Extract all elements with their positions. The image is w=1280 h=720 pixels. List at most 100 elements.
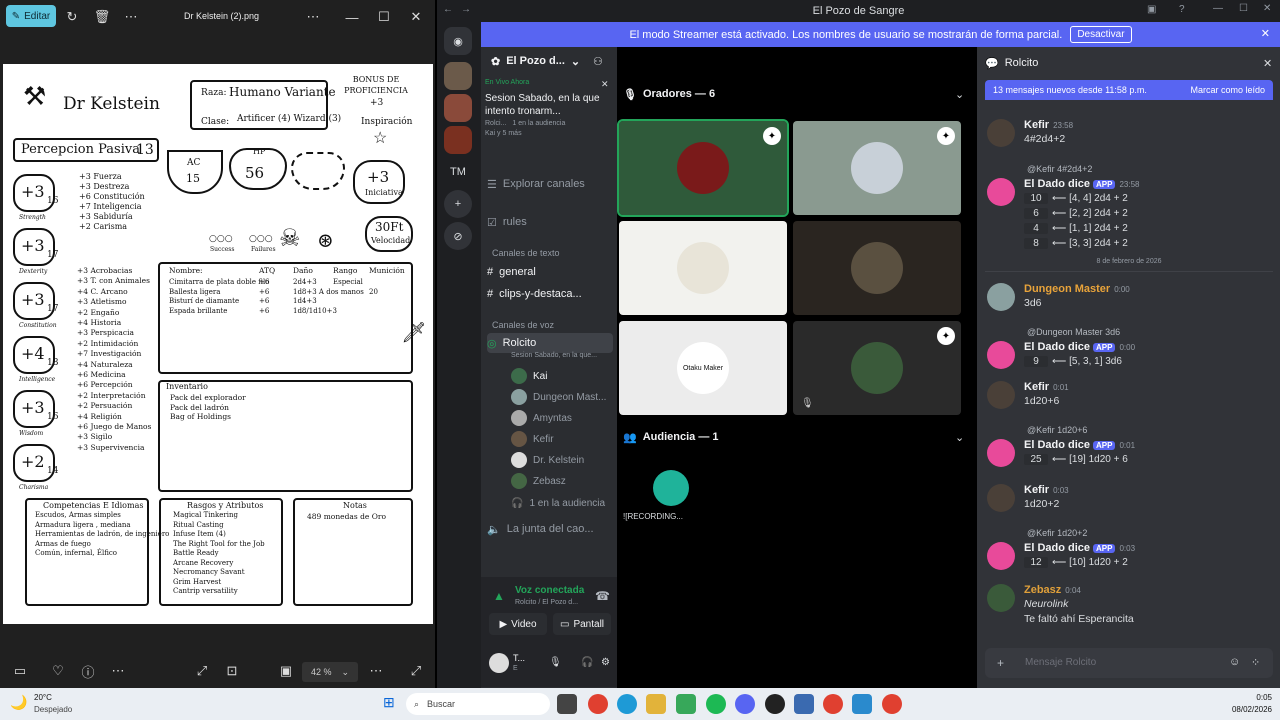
voice-user[interactable]: Kai <box>511 367 547 385</box>
discord-home-icon[interactable]: ◉ <box>444 27 472 55</box>
speaker-tile[interactable]: ✦ 🎙 <box>793 321 961 415</box>
help-icon[interactable]: ? <box>1179 4 1185 15</box>
more-icon[interactable]: ⋯ <box>117 3 145 31</box>
avatar[interactable] <box>987 341 1015 369</box>
screen-share-button[interactable]: ▭ Pantall <box>553 613 611 635</box>
start-icon[interactable]: ⊞ <box>383 694 395 711</box>
clock-time[interactable]: 0:05 <box>1218 693 1272 702</box>
speaker-tile[interactable]: ✦ <box>617 119 789 217</box>
message-input[interactable]: + Mensaje Rolcito ☺ ⁘ <box>985 648 1273 678</box>
close-icon[interactable]: ✕ <box>402 3 430 31</box>
minimize-icon[interactable]: — <box>338 3 366 31</box>
favorite-icon[interactable]: ♡ <box>44 657 72 685</box>
minimize-icon[interactable]: — <box>1213 3 1223 14</box>
text-channels-category[interactable]: Canales de texto <box>492 248 560 258</box>
explore-channels[interactable]: ☰ Explorar canales <box>487 174 613 194</box>
message-author[interactable]: El Dado dice APP 0:03 <box>1024 542 1135 554</box>
avatar[interactable] <box>987 542 1015 570</box>
discord-icon[interactable] <box>735 694 755 714</box>
fullscreen-icon[interactable]: ⤢ <box>402 657 430 685</box>
disconnect-icon[interactable]: ☎ <box>595 589 610 603</box>
avatar[interactable] <box>987 484 1015 512</box>
edit-button[interactable]: ✎ Editar <box>6 5 56 27</box>
more-icon[interactable]: ⋯ <box>104 657 132 685</box>
channel-clips[interactable]: # clips-y-destaca... <box>487 284 613 304</box>
server-tm[interactable]: TM <box>444 158 472 186</box>
settings-icon[interactable]: ⚙ <box>601 657 610 668</box>
close-icon[interactable]: ✕ <box>1263 3 1271 14</box>
add-server-icon[interactable]: + <box>444 190 472 218</box>
add-attachment-icon[interactable]: + <box>997 656 1004 670</box>
voice-user[interactable]: Dr. Kelstein <box>511 451 584 469</box>
server-icon[interactable] <box>444 62 472 90</box>
edge-icon[interactable] <box>617 694 637 714</box>
app-icon[interactable] <box>794 694 814 714</box>
taskview-icon[interactable] <box>557 694 577 714</box>
avatar[interactable] <box>987 584 1015 612</box>
explorer-icon[interactable] <box>646 694 666 714</box>
close-icon[interactable]: ✕ <box>1263 57 1272 70</box>
zoom-dropdown[interactable]: 42 % ⌄ <box>302 662 358 682</box>
voice-user[interactable]: Amyntas <box>511 409 572 427</box>
chrome-icon[interactable] <box>588 694 608 714</box>
back-arrow-icon[interactable]: ← <box>443 4 453 15</box>
search-box[interactable]: ⌕ Buscar <box>406 693 550 715</box>
actual-size-icon[interactable]: ⊡ <box>218 657 246 685</box>
headphones-icon[interactable]: 🎧 <box>581 657 593 668</box>
message-author[interactable]: El Dado dice APP 0:01 <box>1024 439 1135 451</box>
voice-channels-category[interactable]: Canales de voz <box>492 320 554 330</box>
chevron-down-icon[interactable]: ⌄ <box>955 431 964 444</box>
avatar[interactable] <box>489 653 509 673</box>
app-icon[interactable] <box>852 694 872 714</box>
invite-icon[interactable]: ⚇ <box>593 55 603 68</box>
zoom-fit-icon[interactable]: ▣ <box>272 657 300 685</box>
channel-general[interactable]: # general <box>487 262 613 282</box>
server-header[interactable]: ✿ El Pozo d... ⌄ <box>491 55 580 68</box>
live-event-card[interactable]: En Vivo Ahora ✕ Sesion Sabado, en la que… <box>485 79 613 163</box>
voice-channel-rolcito[interactable]: ◎ Rolcito <box>487 333 613 353</box>
chrome-icon[interactable] <box>823 694 843 714</box>
channel-rules[interactable]: ☑ rules <box>487 212 613 232</box>
speaker-tile[interactable] <box>619 221 787 315</box>
more-options-icon[interactable]: ⋯ <box>299 3 327 31</box>
voice-channel-other[interactable]: 🔈 La junta del cao... <box>487 519 613 539</box>
clock-date[interactable]: 08/02/2026 <box>1218 705 1272 714</box>
emoji-icon[interactable]: ☺ <box>1229 656 1240 668</box>
message-author[interactable]: Kefir 0:01 <box>1024 381 1069 393</box>
mic-icon[interactable]: 🎙 <box>549 657 562 668</box>
message-author[interactable]: El Dado dice APP 23:58 <box>1024 178 1140 190</box>
voice-user[interactable]: Zebasz <box>511 472 566 490</box>
message-author[interactable]: Dungeon Master 0:00 <box>1024 283 1130 295</box>
speaker-tile[interactable]: Otaku Maker <box>619 321 787 415</box>
chrome-icon[interactable] <box>882 694 902 714</box>
message-author[interactable]: Kefir 23:58 <box>1024 119 1073 131</box>
info-icon[interactable]: ⓘ <box>74 657 102 685</box>
voice-user[interactable]: Dungeon Mast... <box>511 388 606 406</box>
avatar[interactable] <box>987 283 1015 311</box>
close-icon[interactable]: ✕ <box>601 79 609 90</box>
maximize-icon[interactable]: ☐ <box>370 3 398 31</box>
video-button[interactable]: ▶ Video <box>489 613 547 635</box>
spotify-icon[interactable] <box>706 694 726 714</box>
avatar[interactable] <box>987 381 1015 409</box>
voice-user[interactable]: Kefir <box>511 430 554 448</box>
new-messages-bar[interactable]: 13 mensajes nuevos desde 11:58 p.m. Marca… <box>985 80 1273 100</box>
maximize-icon[interactable]: ☐ <box>1239 3 1248 14</box>
app-icon[interactable] <box>676 694 696 714</box>
avatar[interactable] <box>653 470 689 506</box>
mark-read-button[interactable]: Marcar como leído <box>1190 85 1265 95</box>
speaker-tile[interactable] <box>793 221 961 315</box>
disable-streamer-button[interactable]: Desactivar <box>1070 26 1132 43</box>
avatar[interactable] <box>987 119 1015 147</box>
message-author[interactable]: Kefir 0:03 <box>1024 484 1069 496</box>
forward-arrow-icon[interactable]: → <box>461 4 471 15</box>
message-author[interactable]: Zebasz 0:04 <box>1024 584 1081 596</box>
obs-icon[interactable] <box>765 694 785 714</box>
discover-icon[interactable]: ⊘ <box>444 222 472 250</box>
delete-icon[interactable]: 🗑 <box>88 3 116 31</box>
apps-icon[interactable]: ⁘ <box>1251 656 1260 669</box>
close-banner-icon[interactable]: ✕ <box>1261 27 1270 40</box>
avatar[interactable] <box>987 439 1015 467</box>
speaker-tile[interactable]: ✦ <box>793 121 961 215</box>
avatar[interactable] <box>987 178 1015 206</box>
